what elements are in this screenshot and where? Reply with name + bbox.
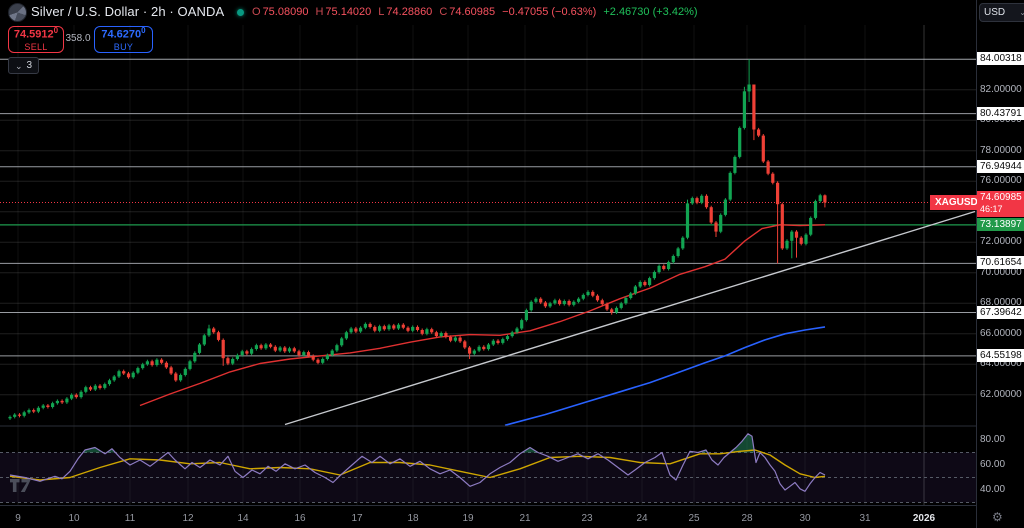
current-price-badge: 74.60985 46:17 xyxy=(977,191,1024,217)
time-axis-label: 31 xyxy=(843,513,887,524)
time-axis-label: 16 xyxy=(278,513,322,524)
time-axis-label: 10 xyxy=(52,513,96,524)
high-label: H xyxy=(315,6,323,18)
buy-label: BUY xyxy=(114,43,133,52)
sell-button[interactable]: 74.59120 SELL xyxy=(8,26,64,53)
time-axis-label: 28 xyxy=(725,513,769,524)
time-axis-label: 12 xyxy=(166,513,210,524)
open-value: 75.08090 xyxy=(263,6,309,18)
rsi-axis-label: 60.00 xyxy=(980,459,1005,470)
price-axis-label: 66.00000 xyxy=(980,328,1022,339)
low-value: 74.28860 xyxy=(386,6,432,18)
time-axis-label: 19 xyxy=(446,513,490,524)
time-axis-label: 25 xyxy=(672,513,716,524)
tradingview-watermark-icon xyxy=(10,477,38,499)
current-price-value: 74.60985 xyxy=(980,191,1024,204)
close-label: C xyxy=(439,6,447,18)
chart-legend-header: Silver / U.S. Dollar · 2h · OANDA O75.08… xyxy=(0,0,976,24)
buy-price: 74.6270 xyxy=(101,29,141,41)
level-price-badge: 76.94944 xyxy=(977,160,1024,173)
market-open-dot-icon xyxy=(237,9,244,16)
rsi-axis-label: 40.00 xyxy=(980,484,1005,495)
symbol-price-flag: XAGUSD xyxy=(930,195,983,210)
price-axis-label: 82.00000 xyxy=(980,84,1022,95)
collapsed-indicators-toggle[interactable]: ⌄ 3 xyxy=(8,57,39,74)
gear-icon[interactable]: ⚙ xyxy=(992,510,1003,524)
price-axis-label: 76.00000 xyxy=(980,175,1022,186)
time-axis-label: 30 xyxy=(783,513,827,524)
level-price-badge: 67.39642 xyxy=(977,306,1024,319)
time-axis-label: 11 xyxy=(108,513,152,524)
buy-button[interactable]: 74.62700 BUY xyxy=(94,26,153,53)
bar-change-value: −0.47055 (−0.63%) xyxy=(502,6,596,18)
currency-selector-button[interactable]: USD ⌄ xyxy=(979,3,1024,22)
time-axis-label: 23 xyxy=(565,513,609,524)
sell-label: SELL xyxy=(24,43,47,52)
open-label: O xyxy=(252,6,261,18)
time-axis-label: 17 xyxy=(335,513,379,524)
time-axis-label: 9 xyxy=(0,513,40,524)
chevron-down-icon: ⌄ xyxy=(1019,8,1024,17)
price-chart-canvas[interactable] xyxy=(0,0,1024,528)
low-label: L xyxy=(378,6,384,18)
level-price-badge: 80.43791 xyxy=(977,107,1024,120)
spread-value: 358.0 xyxy=(62,26,94,51)
buy-price-pip: 0 xyxy=(141,26,145,35)
currency-label: USD xyxy=(984,7,1005,18)
price-axis[interactable]: USD ⌄ 82.0000080.0000078.0000076.0000072… xyxy=(977,0,1024,528)
ohlc-readout: O75.08090 H75.14020 L74.28860 C74.60985 −0.4… xyxy=(252,6,700,18)
time-axis-label: 18 xyxy=(391,513,435,524)
price-axis-label: 72.00000 xyxy=(980,236,1022,247)
silver-symbol-logo-icon xyxy=(8,3,27,22)
rsi-axis-label: 80.00 xyxy=(980,434,1005,445)
tradingview-chart-app: Silver / U.S. Dollar · 2h · OANDA O75.08… xyxy=(0,0,1024,528)
time-axis[interactable]: 9 10 11 12 14 16 17 18 19 21 23 24 25 28 30 31 2026 xyxy=(0,506,976,528)
green-level-badge: 73.13897 xyxy=(977,218,1024,231)
chevron-down-icon: ⌄ xyxy=(15,61,23,71)
range-change-value: +2.46730 (+3.42%) xyxy=(603,6,697,18)
collapsed-indicators-count: 3 xyxy=(27,60,33,71)
sell-price: 74.5912 xyxy=(14,29,54,41)
level-price-badge: 64.55198 xyxy=(977,349,1024,362)
time-axis-year-label: 2026 xyxy=(902,513,946,524)
time-axis-label: 14 xyxy=(221,513,265,524)
level-price-badge: 84.00318 xyxy=(977,52,1024,65)
bar-countdown: 46:17 xyxy=(980,204,1024,215)
close-value: 74.60985 xyxy=(449,6,495,18)
price-axis-label: 78.00000 xyxy=(980,145,1022,156)
symbol-title[interactable]: Silver / U.S. Dollar · 2h · OANDA xyxy=(31,4,224,19)
high-value: 75.14020 xyxy=(325,6,371,18)
time-axis-label: 24 xyxy=(620,513,664,524)
price-axis-label: 62.00000 xyxy=(980,389,1022,400)
time-axis-label: 21 xyxy=(503,513,547,524)
sell-price-pip: 0 xyxy=(54,26,58,35)
level-price-badge: 70.61654 xyxy=(977,256,1024,269)
